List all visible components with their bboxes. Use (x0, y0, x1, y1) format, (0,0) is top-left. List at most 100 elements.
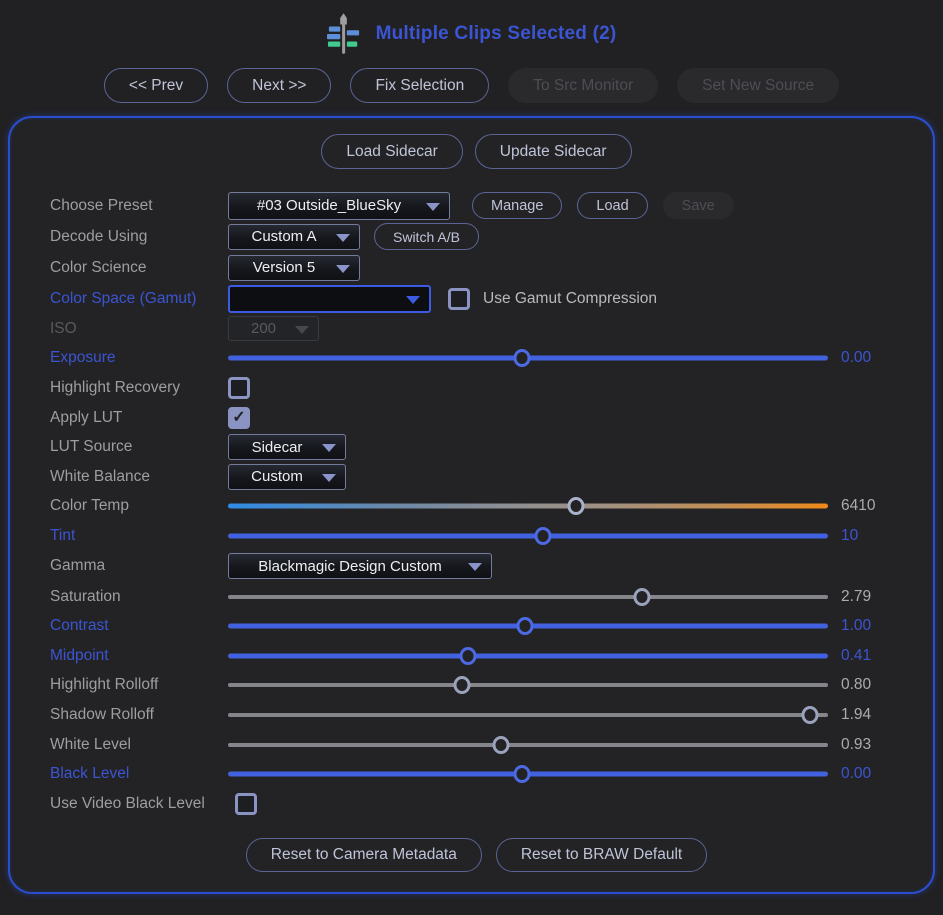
slider-handle[interactable] (802, 706, 819, 724)
black-level-label: Black Level (50, 765, 228, 783)
tint-label: Tint (50, 527, 228, 545)
prev-button[interactable]: << Prev (104, 68, 208, 103)
white-level-slider[interactable] (228, 735, 828, 755)
midpoint-row: Midpoint 0.41 (50, 641, 903, 671)
page-title: Multiple Clips Selected (2) (376, 23, 617, 45)
black-level-slider[interactable] (228, 764, 828, 784)
exposure-slider[interactable] (228, 348, 828, 368)
color-space-row: Color Space (Gamut) ✓ Use Gamut Compress… (50, 283, 903, 314)
update-sidecar-button[interactable]: Update Sidecar (475, 134, 632, 169)
sidecar-button-row: Load Sidecar Update Sidecar (50, 134, 903, 169)
color-science-label: Color Science (50, 259, 228, 277)
use-video-black-level-checkbox[interactable]: ✓ (235, 793, 257, 815)
color-science-row: Color Science Version 5 (50, 252, 903, 283)
chevron-down-icon (336, 234, 350, 242)
reset-button-row: Reset to Camera Metadata Reset to BRAW D… (50, 838, 903, 872)
slider-handle[interactable] (517, 617, 534, 635)
slider-track[interactable] (228, 683, 828, 687)
lut-source-dropdown[interactable]: Sidecar (228, 434, 346, 460)
load-sidecar-button[interactable]: Load Sidecar (321, 134, 462, 169)
contrast-slider[interactable] (228, 616, 828, 636)
save-preset-button: Save (663, 192, 734, 219)
midpoint-value: 0.41 (841, 647, 903, 665)
slider-track[interactable] (228, 743, 828, 747)
tint-slider[interactable] (228, 526, 828, 546)
chevron-down-icon (295, 326, 309, 334)
chevron-down-icon (322, 474, 336, 482)
slider-handle[interactable] (514, 765, 531, 783)
next-button[interactable]: Next >> (227, 68, 331, 103)
chevron-down-icon (336, 265, 350, 273)
slider-track[interactable] (228, 653, 828, 658)
chevron-down-icon (426, 203, 440, 211)
preset-dropdown[interactable]: #03 Outside_BlueSky (228, 192, 450, 220)
exposure-label: Exposure (50, 349, 228, 367)
shadow-rolloff-label: Shadow Rolloff (50, 706, 228, 724)
use-gamut-compression-label: Use Gamut Compression (483, 290, 657, 308)
exposure-row: Exposure 0.00 (50, 344, 903, 374)
slider-track[interactable] (228, 504, 828, 509)
lut-source-value: Sidecar (239, 439, 315, 456)
decode-using-dropdown[interactable]: Custom A (228, 224, 360, 250)
lut-source-row: LUT Source Sidecar (50, 432, 903, 462)
use-video-black-level-row: Use Video Black Level ✓ (50, 789, 903, 819)
saturation-row: Saturation 2.79 (50, 582, 903, 612)
white-level-row: White Level 0.93 (50, 730, 903, 760)
use-gamut-compression-checkbox[interactable]: ✓ (448, 288, 470, 310)
chevron-down-icon (322, 444, 336, 452)
exposure-value: 0.00 (841, 349, 903, 367)
highlight-rolloff-label: Highlight Rolloff (50, 676, 228, 694)
black-level-value: 0.00 (841, 765, 903, 783)
preset-value: #03 Outside_BlueSky (239, 197, 419, 214)
iso-row: ISO 200 (50, 314, 903, 344)
slider-handle[interactable] (535, 527, 552, 545)
color-space-dropdown[interactable] (228, 285, 431, 313)
switch-ab-button[interactable]: Switch A/B (374, 223, 479, 250)
reset-camera-metadata-button[interactable]: Reset to Camera Metadata (246, 838, 482, 872)
reset-braw-default-button[interactable]: Reset to BRAW Default (496, 838, 707, 872)
gamma-value: Blackmagic Design Custom (239, 558, 461, 575)
color-science-dropdown[interactable]: Version 5 (228, 255, 360, 281)
saturation-slider[interactable] (228, 587, 828, 607)
decode-using-label: Decode Using (50, 228, 228, 246)
highlight-recovery-checkbox[interactable]: ✓ (228, 377, 250, 399)
contrast-label: Contrast (50, 617, 228, 635)
midpoint-slider[interactable] (228, 646, 828, 666)
apply-lut-label: Apply LUT (50, 409, 228, 427)
slider-track[interactable] (228, 533, 828, 538)
chevron-down-icon (468, 563, 482, 571)
iso-value: 200 (239, 320, 288, 337)
shadow-rolloff-row: Shadow Rolloff 1.94 (50, 700, 903, 730)
apply-lut-checkbox[interactable]: ✓ (228, 407, 250, 429)
contrast-value: 1.00 (841, 617, 903, 635)
slider-handle[interactable] (568, 497, 585, 515)
color-science-value: Version 5 (239, 259, 329, 276)
load-preset-button[interactable]: Load (577, 192, 647, 219)
fix-selection-button[interactable]: Fix Selection (350, 68, 489, 103)
to-src-monitor-button: To Src Monitor (508, 68, 658, 103)
slider-handle[interactable] (634, 588, 651, 606)
highlight-rolloff-slider[interactable] (228, 675, 828, 695)
check-icon: ✓ (232, 410, 245, 426)
header: Multiple Clips Selected (2) (0, 0, 943, 62)
slider-track[interactable] (228, 713, 828, 717)
highlight-rolloff-value: 0.80 (841, 676, 903, 694)
shadow-rolloff-slider[interactable] (228, 705, 828, 725)
slider-handle[interactable] (460, 647, 477, 665)
slider-handle[interactable] (493, 736, 510, 754)
white-level-label: White Level (50, 736, 228, 754)
color-temp-slider[interactable] (228, 496, 828, 516)
white-balance-dropdown[interactable]: Custom (228, 464, 346, 490)
slider-handle[interactable] (514, 349, 531, 367)
lut-source-label: LUT Source (50, 438, 228, 456)
highlight-recovery-label: Highlight Recovery (50, 379, 228, 397)
timeline-playhead-icon (327, 11, 361, 57)
gamma-dropdown[interactable]: Blackmagic Design Custom (228, 553, 492, 579)
manage-button[interactable]: Manage (472, 192, 562, 219)
iso-dropdown: 200 (228, 316, 319, 341)
color-space-label: Color Space (Gamut) (50, 290, 228, 308)
white-balance-value: Custom (239, 468, 315, 485)
slider-handle[interactable] (454, 676, 471, 694)
iso-label: ISO (50, 320, 228, 338)
slider-track[interactable] (228, 595, 828, 599)
